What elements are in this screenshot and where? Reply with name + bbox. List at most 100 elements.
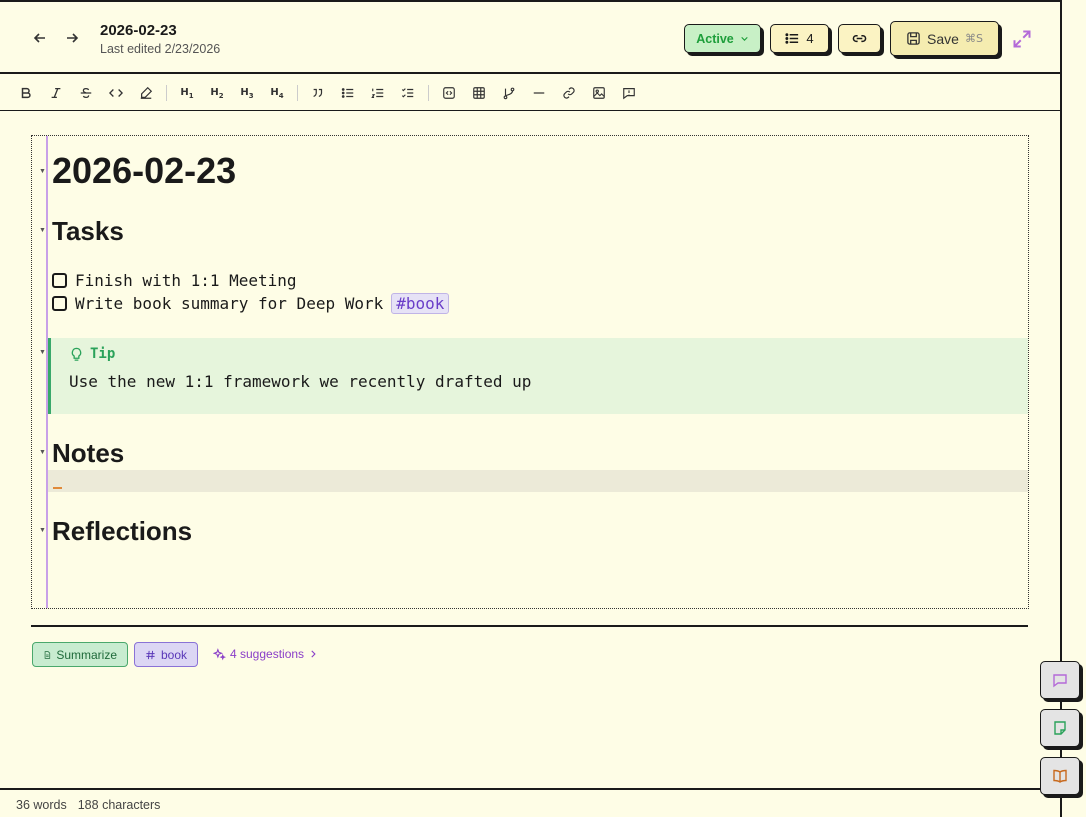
- fold-toggle-icon[interactable]: ▼: [39, 527, 46, 534]
- checklist-button[interactable]: [398, 83, 418, 103]
- strikethrough-button[interactable]: [76, 83, 96, 103]
- task-item: Finish with 1:1 Meeting: [52, 271, 297, 290]
- save-shortcut: ⌘S: [964, 32, 983, 45]
- editor-content[interactable]: ▼ 2026-02-23 ▼ Tasks Finish with 1:1 Mee…: [31, 135, 1029, 609]
- copy-link-button[interactable]: [838, 24, 881, 53]
- message-alert-icon: [623, 88, 635, 100]
- notes-panel-button[interactable]: [1040, 709, 1080, 747]
- image-icon: [593, 87, 605, 99]
- highlighter-icon: [140, 86, 153, 99]
- heading-1-button[interactable]: H1: [177, 83, 197, 103]
- book-tag-label: book: [160, 647, 187, 662]
- italic-button[interactable]: [46, 83, 66, 103]
- save-icon: [907, 32, 920, 45]
- numbered-list-icon: [371, 88, 384, 98]
- character-count: 188 characters: [77, 797, 161, 812]
- heading-tasks: Tasks: [52, 216, 124, 246]
- bold-icon: [21, 87, 31, 99]
- bullet-list-button[interactable]: [338, 83, 358, 103]
- heading-4-button[interactable]: H4: [267, 83, 287, 103]
- h3-label: H3: [240, 86, 254, 100]
- quote-button[interactable]: [308, 83, 328, 103]
- task-text: Write book summary for Deep Work: [75, 294, 384, 313]
- h2-label: H2: [210, 86, 224, 100]
- h1-label: H1: [180, 86, 194, 100]
- document-title: 2026-02-23: [100, 22, 177, 39]
- table-icon: [473, 87, 485, 99]
- outline-button[interactable]: 4: [770, 24, 829, 53]
- sticky-note-icon: [1054, 721, 1066, 735]
- task-tag[interactable]: #book: [391, 293, 450, 314]
- arrow-left-icon: [33, 33, 45, 43]
- quote-icon: [313, 88, 323, 98]
- heading-title: 2026-02-23: [52, 150, 237, 191]
- fold-toggle-icon[interactable]: ▼: [39, 168, 46, 175]
- suggestions-link[interactable]: 4 suggestions: [213, 647, 318, 661]
- list-icon: [785, 33, 799, 44]
- expand-button[interactable]: [1012, 29, 1032, 49]
- callout-body: Use the new 1:1 framework we recently dr…: [69, 372, 532, 391]
- header: 2026-02-23 Last edited 2/23/2026 Active …: [0, 2, 1060, 74]
- word-count: 36 words: [16, 797, 67, 812]
- italic-icon: [51, 87, 61, 99]
- chevron-down-icon: [741, 36, 748, 41]
- save-label: Save: [927, 30, 959, 47]
- git-branch-icon: [503, 87, 515, 100]
- chevron-right-icon: [311, 650, 316, 658]
- tip-callout: Tip Use the new 1:1 framework we recentl…: [48, 338, 1028, 414]
- highlight-button[interactable]: [136, 83, 156, 103]
- book-open-icon: [1053, 769, 1067, 783]
- comments-button[interactable]: [1040, 661, 1080, 699]
- heading-2-button[interactable]: H2: [207, 83, 227, 103]
- image-button[interactable]: [589, 83, 609, 103]
- code-block-button[interactable]: [439, 83, 459, 103]
- arrow-right-icon: [67, 33, 79, 43]
- forward-button[interactable]: [62, 28, 82, 48]
- summarize-label: Summarize: [56, 647, 117, 662]
- save-button[interactable]: Save ⌘S: [890, 21, 999, 56]
- h4-label: H4: [270, 86, 284, 100]
- text-cursor: [53, 487, 62, 489]
- fold-toggle-icon[interactable]: ▼: [39, 227, 46, 234]
- fold-toggle-icon[interactable]: ▼: [39, 349, 46, 356]
- outline-count: 4: [806, 31, 814, 46]
- suggestions-label: 4 suggestions: [230, 647, 305, 661]
- bold-button[interactable]: [16, 83, 36, 103]
- reading-mode-button[interactable]: [1040, 757, 1080, 795]
- status-dropdown[interactable]: Active: [684, 24, 761, 53]
- title-block: 2026-02-23 Last edited 2/23/2026: [100, 22, 220, 56]
- toolbar-separator: [297, 85, 298, 101]
- message-icon: [1053, 674, 1067, 688]
- callout-button[interactable]: [619, 83, 639, 103]
- strikethrough-icon: [80, 88, 92, 98]
- status-label: Active: [696, 31, 734, 46]
- heading-3-button[interactable]: H3: [237, 83, 257, 103]
- link-button[interactable]: [559, 83, 579, 103]
- active-line[interactable]: [48, 470, 1028, 492]
- document-icon: [44, 650, 51, 659]
- task-checkbox[interactable]: [52, 273, 67, 288]
- link-icon: [852, 34, 867, 43]
- code-button[interactable]: [106, 83, 126, 103]
- lightbulb-icon: [71, 347, 82, 361]
- editor-window: 2026-02-23 Last edited 2/23/2026 Active …: [0, 0, 1062, 817]
- numbered-list-button[interactable]: [368, 83, 388, 103]
- link-icon: [563, 87, 575, 99]
- divider: [31, 625, 1028, 627]
- minus-icon: [533, 92, 545, 94]
- task-checkbox[interactable]: [52, 296, 67, 311]
- book-tag-chip[interactable]: book: [134, 642, 198, 667]
- formatting-toolbar: H1 H2 H3 H4: [0, 74, 1060, 111]
- summarize-chip[interactable]: Summarize: [32, 642, 128, 667]
- table-button[interactable]: [469, 83, 489, 103]
- callout-title: Tip: [69, 346, 115, 362]
- horizontal-rule-button[interactable]: [529, 83, 549, 103]
- back-button[interactable]: [30, 28, 50, 48]
- status-bar: 36 words 188 characters: [0, 788, 1060, 817]
- toolbar-separator: [428, 85, 429, 101]
- heading-reflections: Reflections: [52, 516, 193, 546]
- checklist-icon: [401, 88, 414, 98]
- diagram-button[interactable]: [499, 83, 519, 103]
- bullet-list-icon: [341, 88, 354, 98]
- fold-toggle-icon[interactable]: ▼: [39, 449, 46, 456]
